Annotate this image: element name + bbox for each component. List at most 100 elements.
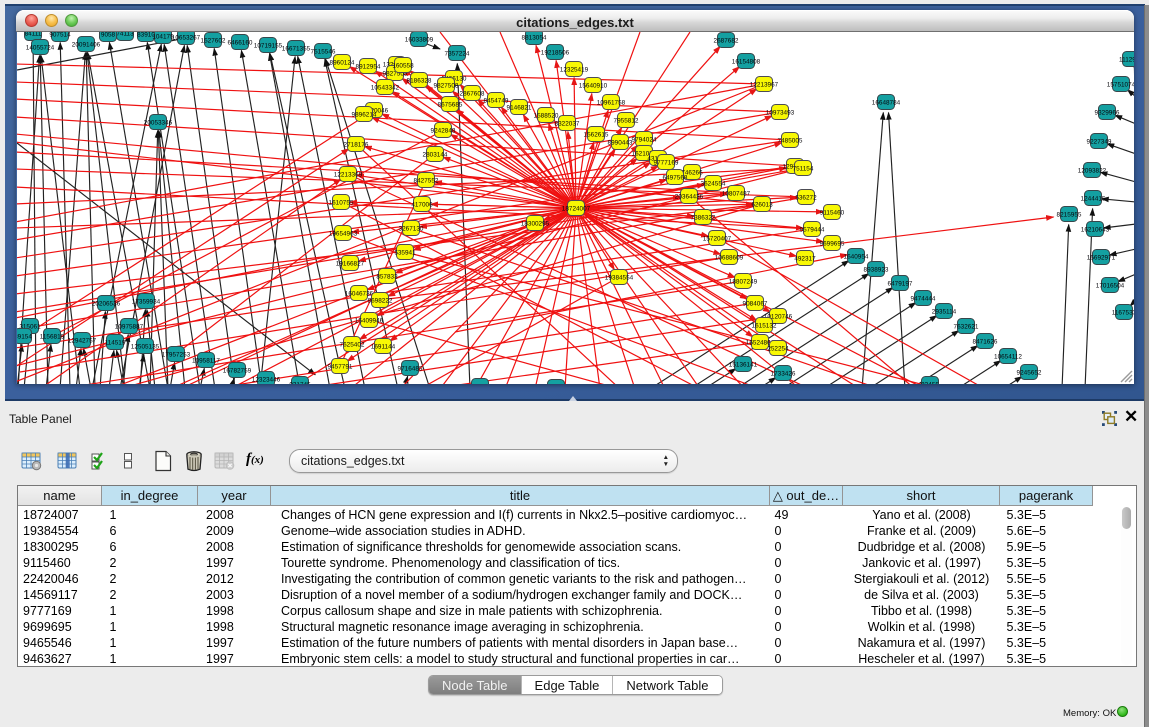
svg-text:20206536: 20206536 (92, 300, 121, 307)
svg-text:16033809: 16033809 (405, 36, 434, 43)
svg-text:10719155: 10719155 (254, 42, 283, 49)
svg-text:8960124: 8960124 (330, 59, 355, 66)
svg-text:1112905: 1112905 (1119, 56, 1134, 63)
svg-text:9058: 9058 (101, 32, 116, 38)
svg-text:2687682: 2687682 (714, 37, 739, 44)
svg-text:1244415: 1244415 (1081, 195, 1106, 202)
svg-text:16154808: 16154808 (732, 58, 761, 65)
svg-text:8675685: 8675685 (438, 101, 463, 108)
svg-text:12942757: 12942757 (68, 337, 97, 344)
svg-text:9329966: 9329966 (1095, 109, 1120, 116)
svg-text:9146821: 9146821 (507, 104, 532, 111)
svg-text:535941: 535941 (394, 249, 416, 256)
svg-text:2718176: 2718176 (344, 141, 369, 148)
svg-text:15692971: 15692971 (1087, 254, 1116, 261)
svg-text:10543342: 10543342 (371, 84, 400, 91)
svg-text:1733426: 1733426 (771, 370, 796, 377)
svg-text:19384554: 19384554 (605, 274, 634, 281)
svg-text:18807249: 18807249 (729, 278, 758, 285)
svg-text:8813054: 8813054 (522, 34, 547, 41)
svg-text:1640954: 1640954 (844, 253, 869, 260)
svg-text:1615132: 1615132 (752, 322, 777, 329)
svg-text:160558: 160558 (392, 62, 414, 69)
svg-text:17359934: 17359934 (132, 298, 161, 305)
svg-text:8471626: 8471626 (973, 338, 998, 345)
svg-text:10654112: 10654112 (994, 353, 1022, 360)
svg-text:7386322: 7386322 (691, 214, 716, 221)
svg-text:1527602: 1527602 (201, 37, 226, 44)
svg-text:1691144: 1691144 (371, 343, 396, 350)
svg-text:8427552: 8427552 (414, 177, 439, 184)
svg-text:492317: 492317 (794, 255, 816, 262)
svg-text:10688609: 10688609 (715, 254, 744, 261)
svg-text:8215955: 8215955 (1057, 211, 1082, 218)
svg-text:15751074: 15751074 (1107, 81, 1134, 88)
svg-text:12505135: 12505135 (131, 343, 160, 350)
svg-text:931745: 931745 (289, 381, 311, 384)
svg-text:857833: 857833 (376, 273, 398, 280)
svg-text:252254: 252254 (767, 345, 789, 352)
svg-text:8186328: 8186328 (407, 77, 432, 84)
svg-text:15136141: 15136141 (729, 361, 758, 368)
svg-text:8322037: 8322037 (555, 120, 580, 127)
svg-text:82455: 82455 (921, 381, 939, 384)
svg-text:39154: 39154 (17, 333, 32, 340)
svg-text:16782759: 16782759 (223, 367, 252, 374)
svg-text:9827508: 9827508 (434, 82, 459, 89)
svg-text:19166827: 19166827 (336, 260, 365, 267)
svg-text:18724007: 18724007 (562, 205, 591, 212)
svg-text:9242848: 9242848 (431, 127, 456, 134)
svg-text:8698222: 8698222 (368, 297, 393, 304)
svg-text:114519: 114519 (105, 339, 126, 346)
svg-text:9084067: 9084067 (743, 300, 768, 307)
svg-text:626013: 626013 (751, 201, 773, 208)
svg-text:10958117: 10958117 (192, 357, 220, 364)
svg-text:9245652: 9245652 (1017, 369, 1042, 376)
svg-text:7955812: 7955812 (614, 117, 639, 124)
svg-text:9457791: 9457791 (328, 363, 353, 370)
svg-text:104522: 104522 (469, 383, 491, 384)
svg-text:9794024: 9794024 (632, 136, 657, 143)
svg-text:7625402: 7625402 (340, 341, 365, 348)
svg-text:9896214: 9896214 (352, 111, 377, 118)
svg-text:9115460: 9115460 (820, 209, 845, 216)
svg-text:907514: 907514 (49, 32, 71, 38)
svg-text:7515546: 7515546 (311, 48, 336, 55)
svg-text:16648784: 16648784 (872, 99, 901, 106)
svg-text:8938923: 8938923 (864, 266, 889, 273)
svg-text:2803144: 2803144 (423, 151, 448, 158)
svg-text:6466160: 6466160 (228, 39, 253, 46)
svg-text:7632621: 7632621 (954, 323, 979, 330)
svg-text:74113: 74113 (116, 32, 134, 37)
svg-text:16210643: 16210643 (1081, 226, 1110, 233)
svg-text:20364436: 20364436 (675, 193, 704, 200)
svg-text:20053346: 20053346 (144, 119, 173, 126)
svg-text:10653267: 10653267 (172, 34, 201, 41)
svg-text:8990443: 8990443 (608, 139, 633, 146)
svg-text:1167533: 1167533 (1112, 309, 1134, 316)
svg-text:12325419: 12325419 (560, 66, 589, 73)
svg-text:12213967: 12213967 (750, 81, 779, 88)
svg-text:9777169: 9777169 (654, 159, 679, 166)
svg-text:1562615: 1562615 (584, 131, 609, 138)
svg-text:12093822: 12093822 (1078, 167, 1107, 174)
svg-text:1156819: 1156819 (40, 333, 65, 340)
svg-text:16671355: 16671355 (282, 45, 311, 52)
svg-text:751154: 751154 (793, 165, 814, 172)
svg-text:6497568: 6497568 (663, 174, 688, 181)
svg-text:10973493: 10973493 (766, 109, 795, 116)
svg-text:17957253: 17957253 (162, 351, 191, 358)
svg-text:20091406: 20091406 (72, 41, 101, 48)
svg-text:10961758: 10961758 (597, 99, 626, 106)
svg-text:14055724: 14055724 (26, 44, 55, 51)
svg-text:12213369: 12213369 (334, 171, 363, 178)
svg-text:9474444: 9474444 (911, 295, 936, 302)
svg-text:7485005: 7485005 (778, 137, 803, 144)
svg-text:15409946: 15409946 (355, 317, 384, 324)
svg-text:8454749: 8454749 (484, 97, 509, 104)
svg-text:9227349: 9227349 (1087, 138, 1112, 145)
svg-text:84111: 84111 (25, 32, 42, 37)
svg-text:9699695: 9699695 (820, 240, 845, 247)
svg-text:3624554: 3624554 (701, 180, 726, 187)
svg-text:9716485: 9716485 (398, 365, 423, 372)
